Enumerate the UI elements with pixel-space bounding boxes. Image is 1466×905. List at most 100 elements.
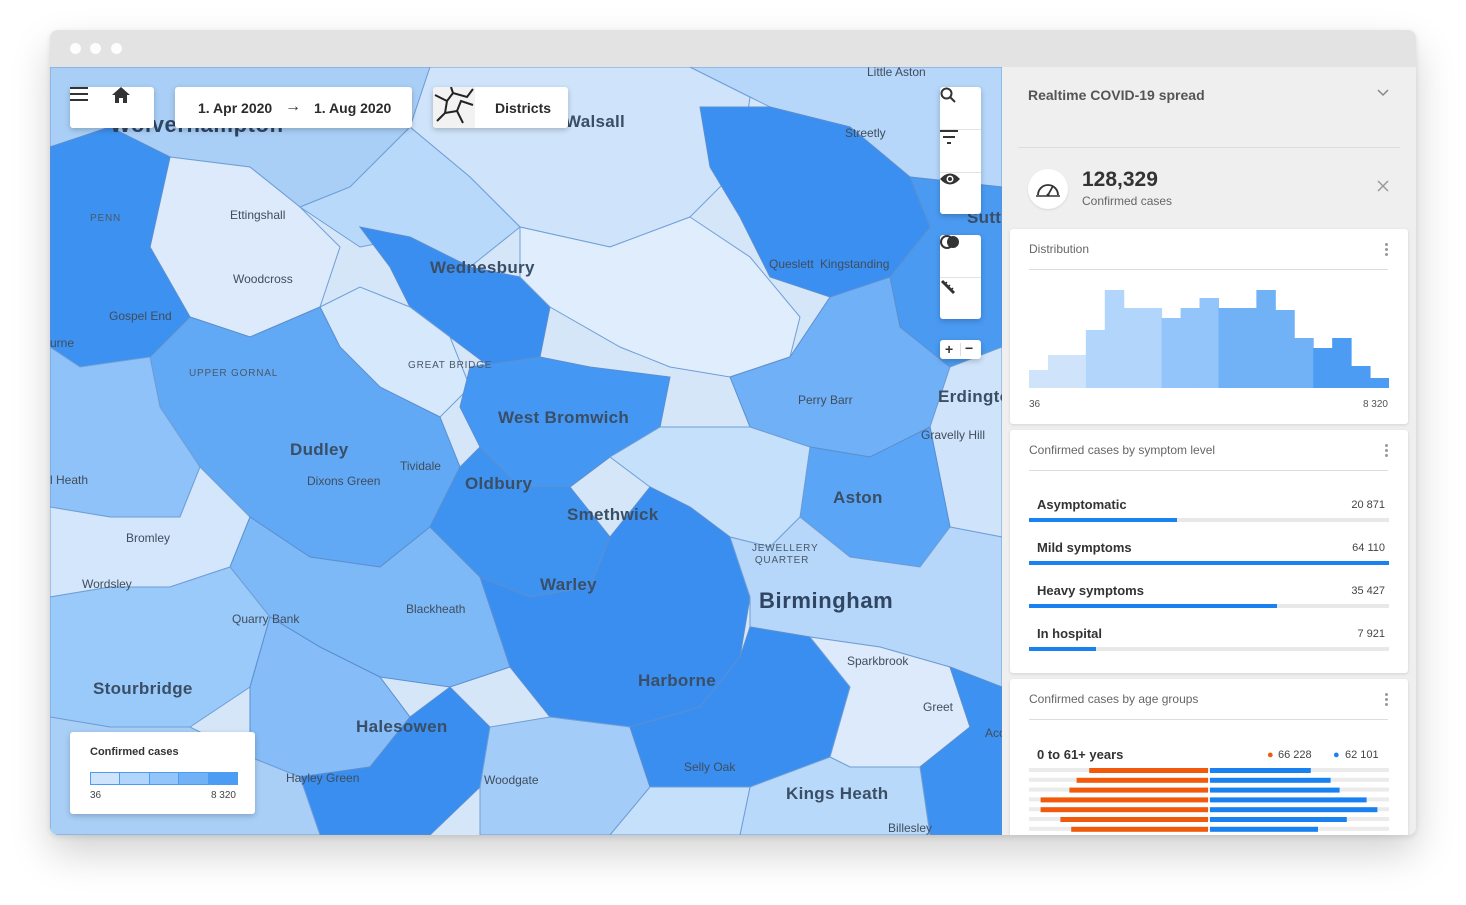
histogram-bar[interactable]	[1161, 318, 1182, 388]
distribution-min: 36	[1029, 399, 1041, 410]
date-from[interactable]: 1. Apr 2020	[198, 100, 272, 116]
symptom-bar-track	[1029, 561, 1389, 565]
age-bar-orange[interactable]	[1040, 797, 1208, 803]
search-button[interactable]	[940, 87, 981, 129]
map-label-dudley: Dudley	[290, 440, 349, 459]
symptom-label: Heavy symptoms	[1037, 583, 1144, 598]
map-label-urne: urne	[50, 336, 75, 350]
age-bar-blue[interactable]	[1210, 777, 1331, 783]
age-bar-blue[interactable]	[1210, 826, 1318, 832]
window-close-dot[interactable]	[70, 43, 81, 54]
window-zoom-dot[interactable]	[111, 43, 122, 54]
kpi-icon-circle	[1028, 169, 1068, 209]
home-button[interactable]	[112, 87, 154, 129]
age-bar-blue[interactable]	[1210, 768, 1311, 773]
age-bar-blue[interactable]	[1210, 807, 1378, 813]
histogram-bar[interactable]	[1104, 290, 1125, 388]
age-bar-orange[interactable]	[1089, 768, 1208, 773]
close-icon[interactable]	[1377, 180, 1389, 192]
age-bar-orange[interactable]	[1060, 817, 1208, 822]
choropleth-map[interactable]: Wolverhampton Walsall Little Aston Stree…	[50, 67, 1002, 835]
symptom-row[interactable]: Heavy symptoms 35 427	[1029, 583, 1389, 623]
histogram-bar[interactable]	[1029, 370, 1049, 388]
zoom-out-button[interactable]: −	[965, 340, 973, 356]
symptom-value: 64 110	[1352, 542, 1385, 554]
age-row-track	[1029, 768, 1389, 772]
histogram-bar[interactable]	[1237, 308, 1257, 388]
map-label-west-bromwich: West Bromwich	[498, 408, 630, 427]
date-to[interactable]: 1. Aug 2020	[314, 100, 391, 116]
measure-button[interactable]	[940, 277, 981, 319]
age-bar-orange[interactable]	[1071, 826, 1208, 832]
age-menu-icon[interactable]	[1385, 693, 1388, 708]
symptom-bar-fill	[1029, 647, 1096, 651]
date-arrow-icon: →	[285, 98, 301, 115]
symptom-row[interactable]: Asymptomatic 20 871	[1029, 497, 1389, 537]
histogram-bar[interactable]	[1218, 308, 1238, 388]
layer-selector[interactable]: Districts	[433, 87, 568, 128]
distribution-max: 8 320	[1362, 399, 1388, 410]
histogram-bar[interactable]	[1123, 308, 1144, 388]
toggle-icon	[940, 235, 959, 249]
distribution-menu-icon[interactable]	[1385, 243, 1388, 258]
histogram-bar[interactable]	[1180, 308, 1201, 388]
age-bar-blue[interactable]	[1210, 787, 1340, 793]
date-range-selector[interactable]: 1. Apr 2020 → 1. Aug 2020	[175, 87, 412, 128]
legend-swatch	[207, 773, 238, 784]
map-label-jewellery-quarter: JEWELLERY QUARTER	[752, 543, 819, 566]
map-label-smethwick: Smethwick	[567, 505, 659, 524]
panel-header[interactable]: Realtime COVID-19 spread	[1002, 67, 1416, 127]
kpi-label: Confirmed cases	[1082, 194, 1173, 208]
map-label-blackheath: Blackheath	[406, 602, 466, 616]
symptom-row[interactable]: Mild symptoms 64 110	[1029, 540, 1389, 580]
menu-icon	[70, 87, 88, 101]
app-window: Wolverhampton Walsall Little Aston Stree…	[50, 30, 1416, 835]
map-label-oldbury: Oldbury	[465, 474, 533, 493]
map-label-stourbridge: Stourbridge	[93, 679, 193, 698]
legend-color-scale	[90, 772, 238, 785]
symptom-bar-track	[1029, 604, 1389, 608]
visibility-button[interactable]	[940, 172, 981, 214]
histogram-bar[interactable]	[1142, 308, 1163, 388]
map-label-greet: Greet	[923, 700, 954, 714]
age-bar-orange[interactable]	[1040, 807, 1208, 813]
symptom-row[interactable]: In hospital 7 921	[1029, 626, 1389, 666]
map-label-kings-heath: Kings Heath	[786, 784, 889, 803]
distribution-card: Distribution 36 8 320	[1010, 229, 1408, 424]
histogram-bar[interactable]	[1313, 348, 1333, 388]
symptom-bar-fill	[1029, 604, 1278, 608]
histogram-bar[interactable]	[1351, 366, 1371, 388]
symptom-value: 20 871	[1351, 499, 1385, 511]
age-bar-orange[interactable]	[1076, 777, 1208, 783]
histogram-bar[interactable]	[1085, 330, 1106, 388]
legend-min: 36	[90, 790, 102, 801]
map-label-queslett: Queslett	[769, 257, 814, 271]
map-label-sparkbrook: Sparkbrook	[847, 654, 909, 668]
age-pyramid	[1029, 768, 1389, 832]
histogram-bar[interactable]	[1275, 310, 1295, 388]
symptom-menu-icon[interactable]	[1385, 444, 1388, 459]
filter-button[interactable]	[940, 130, 981, 172]
map-label-hayley-green: Hayley Green	[286, 771, 360, 785]
age-bar-blue[interactable]	[1210, 817, 1347, 822]
window-minimize-dot[interactable]	[90, 43, 101, 54]
age-bar-blue[interactable]	[1210, 797, 1367, 803]
histogram-bar[interactable]	[1199, 298, 1219, 388]
histogram-bar[interactable]	[1256, 290, 1276, 388]
zoom-in-button[interactable]: +	[945, 341, 953, 357]
histogram-bar[interactable]	[1332, 338, 1352, 388]
legend-title: Confirmed cases	[90, 746, 179, 758]
histogram-bar[interactable]	[1066, 355, 1087, 388]
symptom-label: In hospital	[1037, 626, 1102, 641]
map-tools-group	[940, 87, 981, 214]
menu-button[interactable]	[70, 87, 112, 129]
distribution-title: Distribution	[1029, 242, 1090, 256]
map-label-gospel-end: Gospel End	[109, 309, 172, 323]
histogram-bar[interactable]	[1047, 355, 1068, 388]
legend-swatch	[178, 773, 208, 784]
chevron-down-icon[interactable]	[1377, 89, 1389, 97]
compare-toggle-button[interactable]	[940, 235, 981, 277]
age-bar-orange[interactable]	[1069, 787, 1208, 793]
histogram-bar[interactable]	[1294, 338, 1314, 388]
histogram-bar[interactable]	[1370, 378, 1389, 388]
